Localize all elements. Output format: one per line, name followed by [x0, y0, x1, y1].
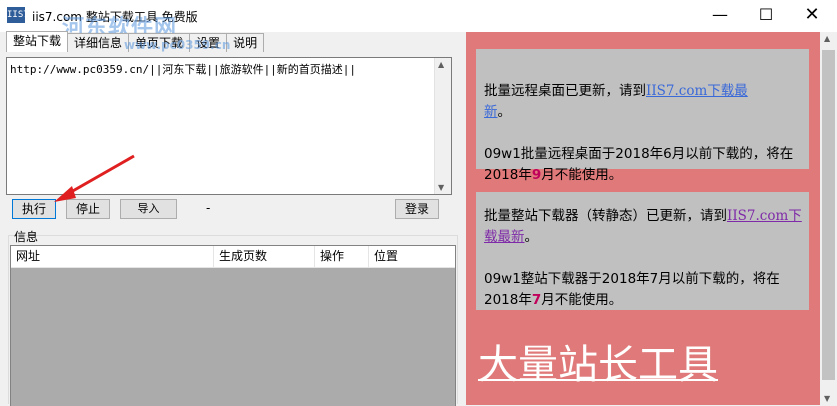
notice2-detail: 09w1整站下载器于2018年7月以前下载的，将在2018年 — [484, 271, 780, 308]
app-icon: IIS7 — [7, 7, 29, 23]
list-header: 网址 生成页数 操作 位置 — [11, 246, 455, 268]
panel-scroll-down-icon[interactable]: ▼ — [824, 394, 830, 403]
info-list[interactable]: 网址 生成页数 操作 位置 — [10, 245, 456, 406]
scroll-down-icon[interactable]: ▼ — [438, 183, 444, 192]
column-pages[interactable]: 生成页数 — [214, 246, 315, 267]
panel-scrollbar[interactable]: ▲ ▼ — [820, 32, 837, 405]
tab-site-download[interactable]: 整站下载 — [6, 31, 69, 52]
notice2-month: 7 — [531, 292, 542, 308]
info-label: 信息 — [14, 230, 39, 244]
notice1-detail-end: 月不能使用。 — [541, 167, 623, 183]
notice1-text: 批量远程桌面已更新，请到 — [484, 83, 646, 99]
url-text: http://www.pc0359.cn/||河东下载||旅游软件||新的首页描… — [10, 63, 357, 76]
panel-scroll-thumb[interactable] — [822, 50, 835, 380]
scroll-up-icon[interactable]: ▲ — [438, 60, 444, 69]
notice2-detail-end: 月不能使用。 — [541, 292, 623, 308]
column-location[interactable]: 位置 — [369, 246, 455, 267]
red-arrow-icon — [54, 154, 135, 202]
notice1-link-end[interactable]: 新 — [484, 104, 498, 120]
column-action[interactable]: 操作 — [315, 246, 369, 267]
column-url[interactable]: 网址 — [11, 246, 214, 267]
close-button[interactable]: ✕ — [789, 0, 835, 32]
notice1-suffix: 。 — [497, 104, 512, 120]
tab-details[interactable]: 详细信息 — [67, 33, 130, 52]
maximize-button[interactable]: ☐ — [743, 0, 789, 32]
status-text: - — [206, 201, 211, 215]
tab-help[interactable]: 说明 — [226, 33, 265, 52]
panel-scroll-up-icon[interactable]: ▲ — [824, 34, 830, 43]
notice1-month: 9 — [531, 167, 542, 183]
notice1-link[interactable]: IIS7.com下载最 — [646, 83, 748, 99]
announcement-panel: 批量远程桌面已更新，请到IIS7.com下载最 新。 09w1批量远程桌面于201… — [466, 32, 820, 405]
textarea-scrollbar[interactable]: ▲ ▼ — [434, 58, 451, 194]
notice2-text: 批量整站下载器（转静态）已更新，请到 — [484, 208, 727, 224]
notice-box-remote-desktop: 批量远程桌面已更新，请到IIS7.com下载最新。 09w1批量远程桌面于201… — [476, 49, 809, 183]
notice-box-site-downloader: 批量整站下载器（转静态）已更新，请到IIS7.com下载最新。 09w1整站下载… — [476, 192, 809, 310]
notice1-detail: 09w1批量远程桌面于2018年6月以前下载的，将在2018年 — [484, 146, 794, 183]
watermark-url: www.pc0359.cn — [124, 38, 231, 52]
minimize-button[interactable]: — — [697, 0, 743, 32]
notice2-suffix: 。 — [524, 229, 539, 245]
login-button[interactable]: 登录 — [395, 199, 439, 219]
webmaster-tools-link[interactable]: 大量站长工具 — [478, 332, 718, 390]
title-bar: IIS7 iis7.com 整站下载工具 免费版 河东软件网 — ☐ ✕ — [0, 0, 837, 41]
